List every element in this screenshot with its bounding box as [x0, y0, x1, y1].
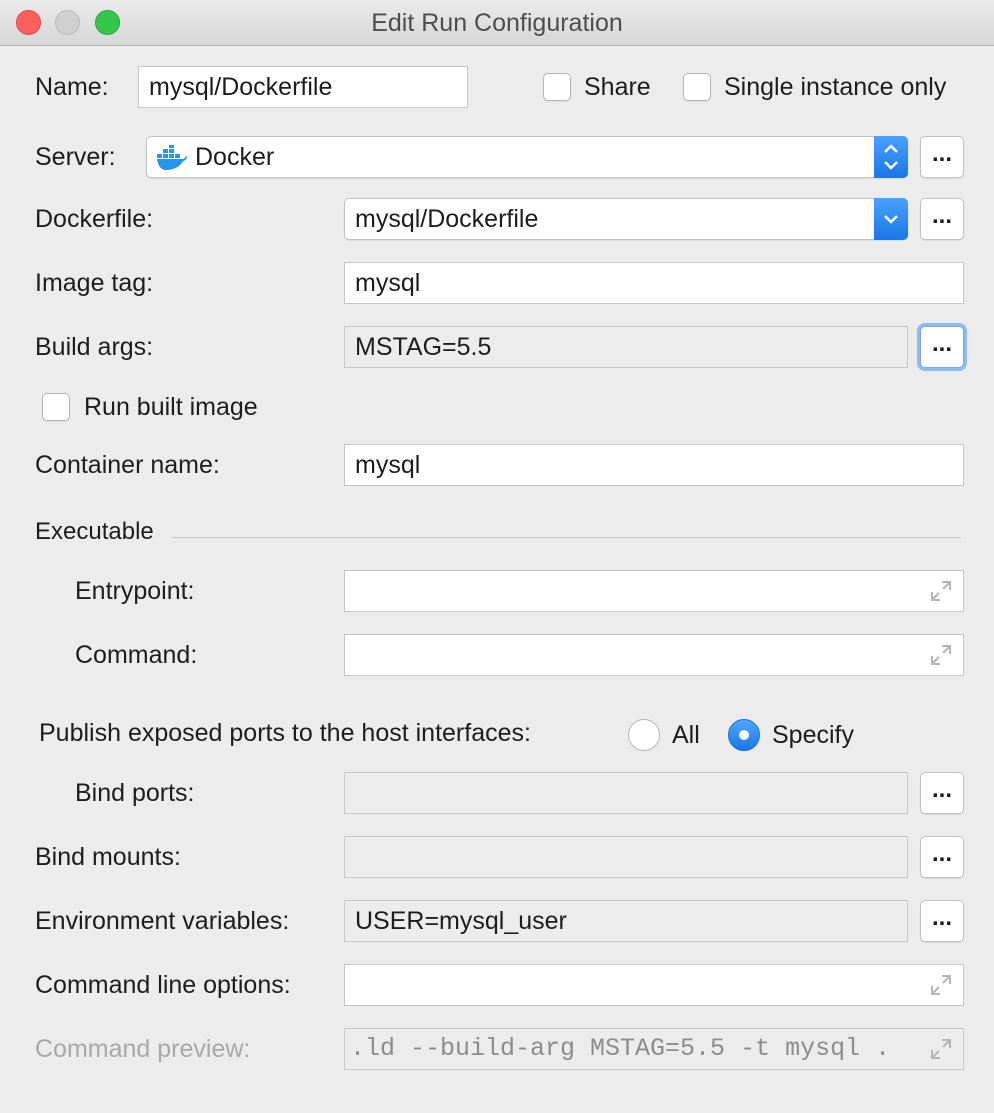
build-args-field: MSTAG=5.5 — [344, 326, 908, 368]
cmd-line-options-label: Command line options: — [35, 971, 291, 999]
executable-divider — [171, 537, 961, 538]
executable-section-title: Executable — [35, 518, 154, 545]
server-browse-button[interactable]: ... — [920, 136, 964, 178]
title-bar: Edit Run Configuration — [0, 0, 994, 46]
expand-icon[interactable] — [930, 580, 952, 602]
run-built-image-checkbox[interactable] — [42, 393, 70, 421]
single-instance-label: Single instance only — [724, 73, 947, 101]
env-vars-browse-button[interactable]: ... — [920, 900, 964, 942]
entrypoint-label: Entrypoint: — [75, 577, 195, 605]
bind-ports-browse-button[interactable]: ... — [920, 772, 964, 814]
dockerfile-browse-button[interactable]: ... — [920, 198, 964, 240]
publish-all-label: All — [672, 721, 700, 749]
publish-specify-label: Specify — [772, 721, 854, 749]
share-label: Share — [584, 73, 651, 101]
dockerfile-value: mysql/Dockerfile — [355, 205, 539, 233]
publish-ports-label: Publish exposed ports to the host interf… — [39, 719, 531, 747]
container-name-label: Container name: — [35, 451, 220, 479]
name-input[interactable]: mysql/Dockerfile — [138, 66, 468, 108]
publish-all-radio[interactable] — [628, 719, 660, 751]
dockerfile-label: Dockerfile: — [35, 205, 154, 233]
env-vars-label: Environment variables: — [35, 907, 290, 935]
container-name-input[interactable]: mysql — [344, 444, 964, 486]
expand-icon[interactable] — [930, 1038, 952, 1060]
run-built-image-label: Run built image — [84, 393, 258, 421]
name-label: Name: — [35, 73, 109, 101]
build-args-browse-button[interactable]: ... — [920, 326, 964, 368]
chevron-down-icon[interactable] — [874, 198, 908, 240]
dockerfile-combo[interactable]: mysql/Dockerfile — [344, 198, 908, 240]
image-tag-input[interactable]: mysql — [344, 262, 964, 304]
bind-mounts-field — [344, 836, 908, 878]
env-vars-field: USER=mysql_user — [344, 900, 908, 942]
bind-ports-label: Bind ports: — [75, 779, 195, 807]
command-input[interactable] — [344, 634, 964, 676]
bind-mounts-browse-button[interactable]: ... — [920, 836, 964, 878]
server-combo[interactable]: Docker — [146, 136, 908, 178]
command-label: Command: — [75, 641, 198, 669]
single-instance-checkbox[interactable] — [683, 73, 711, 101]
cmd-preview-label: Command preview: — [35, 1035, 251, 1063]
bind-mounts-label: Bind mounts: — [35, 843, 181, 871]
updown-arrows-icon[interactable] — [874, 136, 908, 178]
image-tag-label: Image tag: — [35, 269, 154, 297]
server-label: Server: — [35, 143, 116, 171]
server-value: Docker — [195, 143, 275, 171]
build-args-label: Build args: — [35, 333, 154, 361]
docker-whale-icon — [157, 145, 187, 170]
expand-icon[interactable] — [930, 644, 952, 666]
cmd-line-options-input[interactable] — [344, 964, 964, 1006]
cmd-preview-field: .ld --build-arg MSTAG=5.5 -t mysql . — [344, 1028, 964, 1070]
share-checkbox[interactable] — [543, 73, 571, 101]
expand-icon[interactable] — [930, 974, 952, 996]
bind-ports-field — [344, 772, 908, 814]
entrypoint-input[interactable] — [344, 570, 964, 612]
window-title: Edit Run Configuration — [371, 9, 623, 37]
publish-specify-radio[interactable] — [728, 719, 760, 751]
